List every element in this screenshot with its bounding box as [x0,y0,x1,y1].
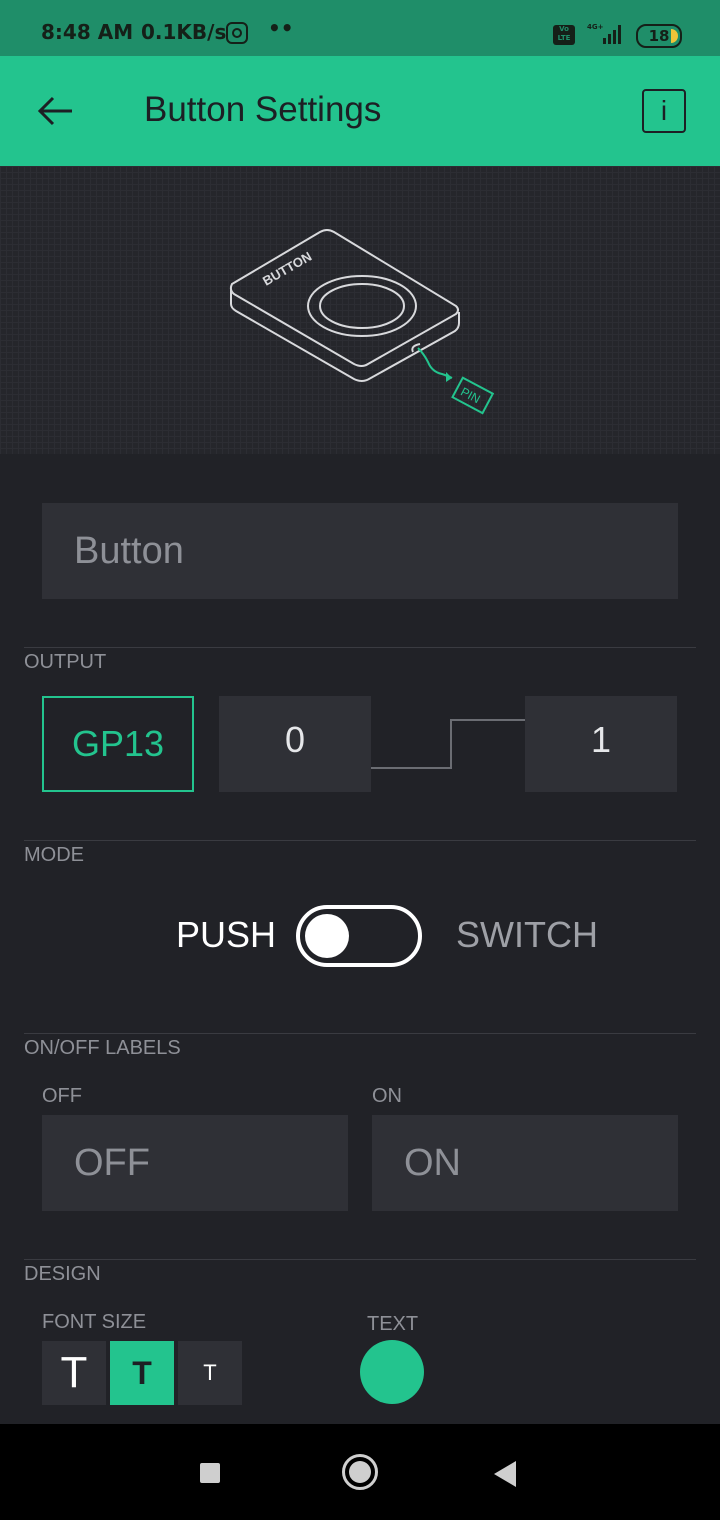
design-section-label: DESIGN [24,1263,101,1285]
on-label-caption: ON [372,1085,402,1107]
device-label: BUTTON [260,249,314,289]
home-icon[interactable] [342,1454,378,1490]
output-range-connector [371,719,527,769]
widget-name-field[interactable]: Button [42,503,678,599]
toggle-knob [305,914,349,958]
signal-strength-icon: 4G+ [587,23,621,44]
output-low-value[interactable]: 0 [219,696,371,792]
battery-level: 18 [648,27,670,45]
labels-section-label: ON/OFF LABELS [24,1037,181,1059]
page-title: Button Settings [144,90,382,129]
battery-charge-indicator [671,29,678,43]
status-more-dots: •• [268,16,294,40]
info-icon[interactable]: i [642,89,686,133]
button-device-illustration: BUTTON PIN [229,229,495,415]
section-divider [24,1259,696,1260]
font-size-large-button[interactable]: T [42,1341,106,1405]
off-label-field[interactable]: OFF [42,1115,348,1211]
mode-switch-label[interactable]: SWITCH [456,914,598,956]
section-divider [24,840,696,841]
output-high-value[interactable]: 1 [525,696,677,792]
output-section-label: OUTPUT [24,651,107,673]
text-color-label: TEXT [367,1313,419,1335]
widget-preview: BUTTON PIN [0,166,720,454]
output-pin-selector[interactable]: GP13 [42,696,194,792]
app-bar: Button Settings i [0,56,720,166]
status-bar: 8:48 AM 0.1KB/s •• Vo LTE 4G+ 18 [0,0,720,56]
font-size-small-button[interactable]: T [178,1341,242,1405]
font-size-label: FONT SIZE [42,1311,147,1333]
off-label-caption: OFF [42,1085,82,1107]
system-navigation-bar [0,1424,720,1520]
on-label-field[interactable]: ON [372,1115,678,1211]
status-network-speed: 0.1KB/s [141,20,227,44]
section-divider [24,1033,696,1034]
text-color-picker[interactable] [360,1340,424,1404]
section-divider [24,647,696,648]
recent-apps-icon[interactable] [200,1463,220,1483]
mode-toggle-switch[interactable] [296,905,422,967]
nav-back-icon[interactable] [494,1461,516,1487]
arrow-left-icon[interactable] [36,93,76,129]
network-type-label: 4G+ [587,23,604,31]
instagram-notification-icon [226,22,248,44]
font-size-medium-button[interactable]: T [110,1341,174,1405]
battery-icon: 18 [636,24,682,48]
volte-icon: Vo LTE [553,25,575,45]
status-time: 8:48 AM [41,20,134,44]
mode-section-label: MODE [24,844,84,866]
mode-push-label[interactable]: PUSH [176,914,276,956]
